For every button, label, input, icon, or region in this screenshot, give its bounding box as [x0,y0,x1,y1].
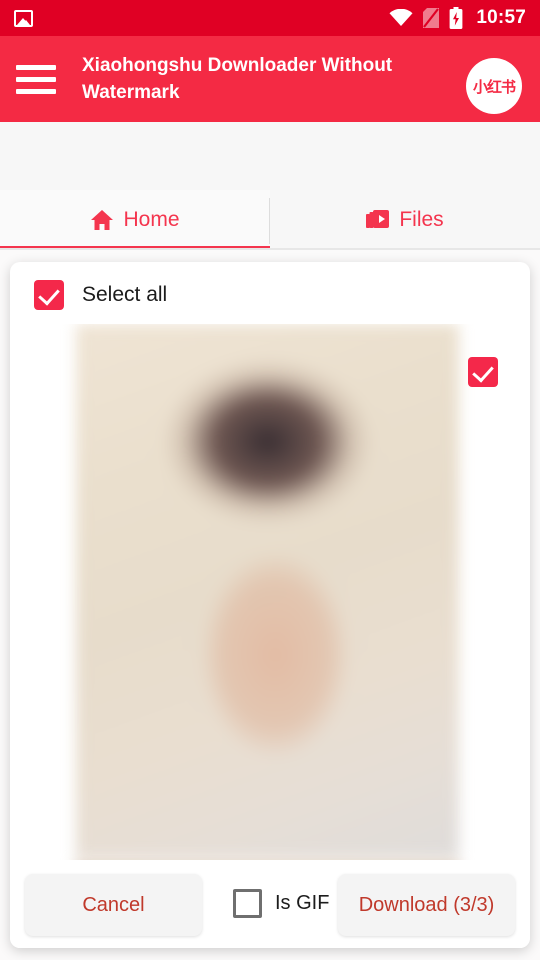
tab-home-label: Home [123,208,180,231]
hamburger-menu-icon[interactable] [16,64,60,94]
home-icon [90,209,114,231]
image-1-checkbox[interactable] [468,357,498,387]
dialog-action-bar: Cancel Is GIF Download (3/3) [10,860,530,948]
hamburger-line [16,88,56,94]
tab-divider [269,198,270,244]
hamburger-line [16,64,56,70]
app-bar: Xiaohongshu Downloader Without Watermark… [0,36,540,122]
tab-bar: Home Files [0,190,540,250]
is-gif-row[interactable]: Is GIF [233,889,329,918]
image-selection-dialog: Select all Cancel Is GIF Download (3/3) [10,262,530,948]
is-gif-label: Is GIF [275,892,330,914]
tab-files-label: Files [399,208,444,231]
video-library-icon [366,209,390,231]
download-button[interactable]: Download (3/3) [338,874,515,936]
wifi-icon [389,9,413,27]
no-sim-icon [423,8,440,28]
hamburger-line [16,76,56,82]
status-clock: 10:57 [476,7,526,28]
status-bar-left [14,9,33,27]
app-title: Xiaohongshu Downloader Without Watermark [82,55,393,103]
select-all-checkbox[interactable] [34,280,64,310]
status-bar: 10:57 [0,0,540,36]
image-thumbnail-1[interactable] [76,324,459,858]
battery-charging-icon [449,7,463,29]
app-screen: 10:57 Xiaohongshu Downloader Without Wat… [0,0,540,960]
app-logo[interactable]: 小红书 [466,58,522,114]
select-all-label: Select all [82,283,168,306]
cancel-button[interactable]: Cancel [25,874,202,936]
app-logo-text: 小红书 [472,77,516,96]
tab-files[interactable]: Files [270,190,540,250]
image-list[interactable] [10,324,530,874]
tab-home[interactable]: Home [0,190,270,250]
status-bar-right: 10:57 [389,7,526,29]
is-gif-checkbox[interactable] [233,889,262,918]
photo-icon [14,9,33,27]
select-all-row[interactable]: Select all [34,280,167,310]
